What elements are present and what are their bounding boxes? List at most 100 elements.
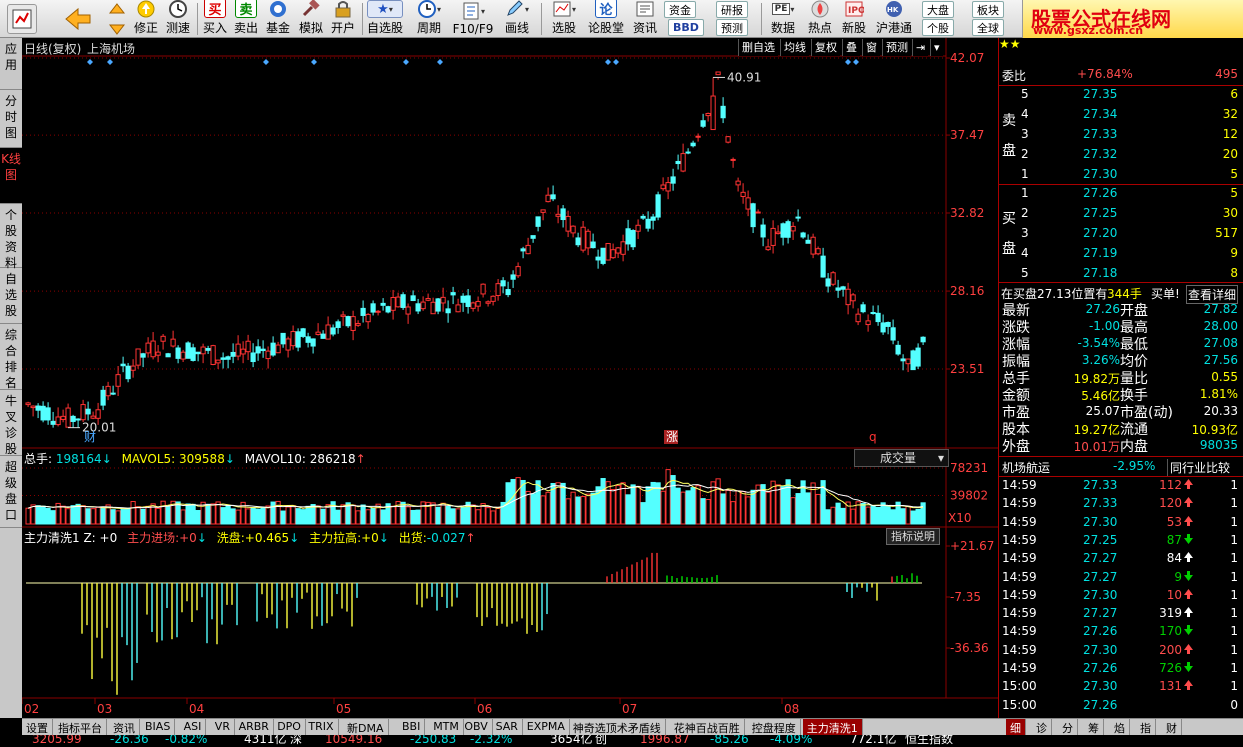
panel-tab[interactable]: 细 [1006, 719, 1026, 735]
candle-down [140, 353, 146, 358]
indicator-tab[interactable]: 资讯 [109, 719, 140, 735]
toolbar-btn-6[interactable]: 开户 [327, 0, 359, 38]
indicator-tab[interactable]: DPO [273, 719, 306, 735]
toolbar-btn-1[interactable]: 测速 [162, 0, 194, 38]
cy-change: -85.26 [710, 735, 749, 746]
panel-tab[interactable]: 指 [1136, 719, 1156, 735]
fund-icon [267, 0, 289, 18]
global-button[interactable]: 全球 [972, 19, 1004, 36]
indicator-tab[interactable]: 控盘程度 [748, 719, 801, 735]
candle-down [110, 392, 116, 395]
market-button[interactable]: 大盘 [922, 1, 954, 18]
kline-chart-svg[interactable]: 42.0737.4732.8228.1623.5140.9120.01财涨 q78… [22, 38, 998, 718]
indicator-tab[interactable]: MTM [429, 719, 464, 735]
indicator-tab[interactable]: BIAS [141, 719, 176, 735]
volume-header: 总手: 198164↓ MAVOL5: 309588↓ MAVOL10: 286… [24, 450, 366, 467]
toolbar-btn-9[interactable]: ▾ F10/F9 [452, 0, 494, 38]
price: 27.30 [1083, 167, 1118, 181]
left-tab-watchlist[interactable]: 自选股 [0, 268, 22, 324]
dropdown-icon[interactable]: ▾ [930, 39, 943, 56]
candle-up [620, 241, 626, 255]
left-tab-super-book[interactable]: 超级盘口 [0, 456, 22, 528]
indicator-tab[interactable]: 主力清洗1 [802, 719, 863, 735]
indicator-help-button[interactable]: 指标说明 [886, 528, 940, 545]
indicator-tab[interactable]: ARBR [235, 719, 274, 735]
indicator-tab[interactable]: 神奇选顶术矛盾线 [569, 719, 666, 735]
forecast-chart-button[interactable]: 预测 [882, 39, 911, 56]
left-tab-intraday[interactable]: 分时图 [0, 90, 22, 148]
indicator-tab[interactable]: OBV [460, 719, 493, 735]
candle-up [585, 230, 591, 249]
left-tab-kline[interactable]: K线图 [0, 148, 22, 204]
toolbar-btn-13[interactable]: 资讯 [628, 0, 662, 38]
panel-tab[interactable]: 财 [1162, 719, 1182, 735]
panel-tab[interactable]: 诊 [1032, 719, 1052, 735]
forecast-button[interactable]: 预测 [716, 19, 748, 36]
indicator-tab[interactable]: ASI [180, 719, 207, 735]
toolbar-btn-0[interactable]: 修正 [130, 0, 162, 38]
indicator-tab[interactable]: EXPMA [523, 719, 570, 735]
single-stock-button[interactable]: 个股 [922, 19, 954, 36]
kline-chart-area[interactable]: 42.07 37.47 32.82 28.16 23.51 40.91 20.01 财涨 q 78… [22, 38, 998, 718]
stat-value: 27.26 [1085, 302, 1120, 316]
ma-button[interactable]: 均线 [780, 39, 809, 56]
toolbar-btn-12[interactable]: 论 论股堂 [585, 0, 627, 38]
adjust-button[interactable]: 复权 [811, 39, 840, 56]
app-logo-icon[interactable] [2, 0, 42, 38]
window-button[interactable]: 窗 [862, 39, 880, 56]
compare-industry-button[interactable]: 同行业比较 [1167, 459, 1230, 476]
candle-down [45, 407, 51, 421]
toolbar-btn-16[interactable]: IPO 新股 [838, 0, 870, 38]
indicator-tab[interactable]: 花神百战百胜 [670, 719, 745, 735]
toolbar-btn-3[interactable]: 卖 卖出 [231, 0, 261, 38]
left-tab-diagnosis[interactable]: 牛叉诊股 [0, 390, 22, 456]
volume-bar-down [380, 509, 386, 525]
remove-watchlist-button[interactable]: 删自选 [738, 39, 778, 56]
indicator-tab[interactable]: 指标平台 [54, 719, 107, 735]
panel-tab[interactable]: 焰 [1110, 719, 1130, 735]
candle-up [705, 112, 711, 117]
left-tab-ranking[interactable]: 综合排名 [0, 324, 22, 390]
left-tab-apps[interactable]: 应用 [0, 38, 22, 90]
indicator-tab[interactable]: TRIX [304, 719, 339, 735]
overlay-button[interactable]: 叠 [842, 39, 860, 56]
toolbar-btn-10[interactable]: ▾ 画线 [496, 0, 538, 38]
indicator-tab[interactable]: VR [211, 719, 235, 735]
back-arrow-icon[interactable] [58, 0, 98, 38]
candle-down [175, 347, 181, 359]
bbd-button[interactable]: BBD [668, 19, 704, 36]
toolbar-btn-14[interactable]: PE ▾ 数据 [764, 0, 802, 38]
nav-updown-icon[interactable] [104, 0, 130, 38]
expand-icon[interactable]: ⇥ [912, 39, 929, 56]
capital-button[interactable]: 资金 [664, 1, 696, 18]
svg-text:HK: HK [887, 6, 899, 14]
indicator-tab[interactable]: 设置 [22, 719, 53, 735]
indicator-tab[interactable]: BBI [398, 719, 426, 735]
research-button[interactable]: 研报 [716, 1, 748, 18]
sector-name[interactable]: 机场航运 [1002, 459, 1050, 476]
volume-indicator-select[interactable]: 成交量 ▾ [854, 449, 949, 467]
toolbar-btn-7[interactable]: ★ ▾ 自选股 [364, 0, 406, 38]
sh-pct: -0.82% [165, 735, 208, 746]
price: 27.20 [1083, 226, 1118, 240]
toolbar-btn-5[interactable]: 模拟 [295, 0, 327, 38]
panel-tab[interactable]: 分 [1058, 719, 1078, 735]
toolbar-btn-8[interactable]: ▾ 周期 [408, 0, 450, 38]
toolbar-btn-4[interactable]: 基金 [262, 0, 294, 38]
candle-down [370, 303, 376, 313]
indicator-tab[interactable]: SAR [492, 719, 523, 735]
toolbar-btn-15[interactable]: 热点 [804, 0, 836, 38]
toolbar-btn-2[interactable]: 买 买入 [200, 0, 230, 38]
indicator-tab[interactable]: 新DMA [343, 719, 389, 735]
candle-up [235, 343, 241, 357]
sector-button[interactable]: 板块 [972, 1, 1004, 18]
panel-tab[interactable]: 筹 [1084, 719, 1104, 735]
volume-bar-down [670, 475, 676, 525]
toolbar-btn-11[interactable]: ▾ 选股 [545, 0, 583, 38]
volume: 517 [1215, 226, 1238, 240]
left-tab-stock-info[interactable]: 个股资料 [0, 204, 22, 270]
tick-row: 14:59 27.33 112 1 [999, 477, 1243, 495]
finance-marker: 财 [84, 430, 96, 444]
toolbar-btn-17[interactable]: HK 沪港通 [872, 0, 916, 38]
volume-bar-down [410, 509, 416, 525]
